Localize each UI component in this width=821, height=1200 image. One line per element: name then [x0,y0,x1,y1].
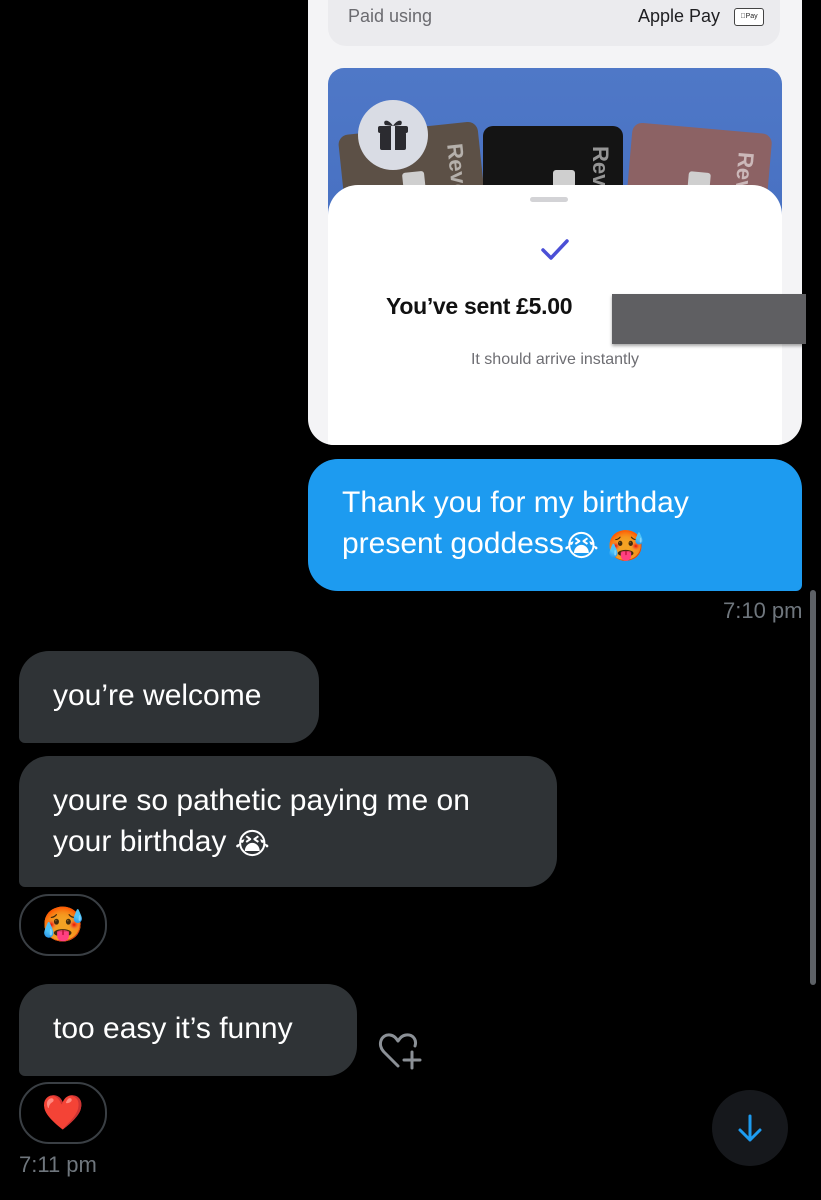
shared-image[interactable]: Paid using Apple Pay Pay Revo Revo Revo [308,0,802,445]
message-reaction[interactable]: ❤️ [19,1082,107,1144]
message-text: Thank you for my birthday present goddes… [342,482,782,567]
check-icon [538,235,572,265]
redaction-box [612,294,806,344]
incoming-message[interactable]: too easy it’s funny [19,984,357,1076]
sent-amount-text: You’ve sent £5.00 [386,293,573,319]
heart-plus-icon[interactable] [376,1030,424,1072]
message-timestamp: 7:10 pm [723,598,803,623]
outgoing-message[interactable]: Thank you for my birthday present goddes… [308,459,802,591]
gift-icon [358,100,428,170]
payment-method-value: Apple Pay [637,6,720,26]
message-text: you’re welcome [53,679,262,712]
message-reaction[interactable]: 🥵 [19,894,107,956]
message-text: too easy it’s funny [53,1012,293,1045]
message-text: youre so pathetic paying me on your birt… [53,780,533,865]
sheet-handle [530,197,568,202]
emoji: 😭 [234,828,270,861]
paid-using-label: Paid using [348,6,433,26]
arrival-subtext: It should arrive instantly [470,351,640,368]
incoming-message[interactable]: you’re welcome [19,651,319,743]
scroll-to-bottom-button[interactable] [712,1090,788,1166]
scrollbar[interactable] [810,590,816,985]
payment-method-row: Paid using Apple Pay Pay [328,0,780,46]
incoming-message[interactable]: youre so pathetic paying me on your birt… [19,756,557,887]
arrow-down-icon [738,1114,762,1142]
emoji-group: 😭 🥵 [563,530,645,563]
message-timestamp: 7:11 pm [19,1152,97,1177]
apple-pay-icon: Pay [734,8,764,26]
